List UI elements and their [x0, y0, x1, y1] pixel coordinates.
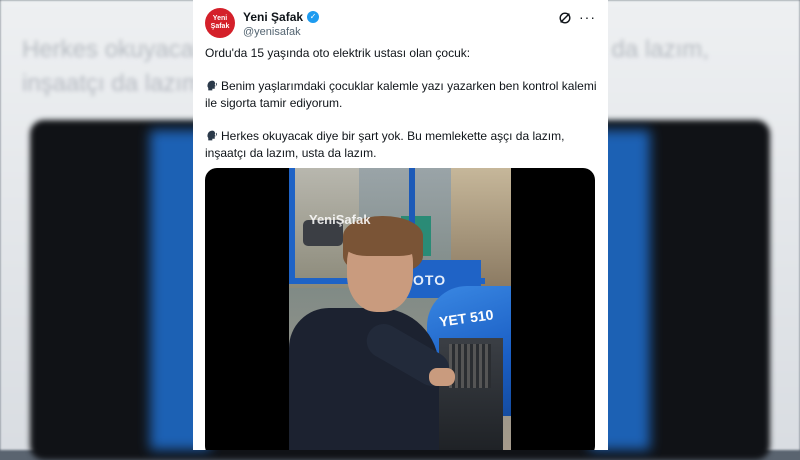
tweet-paragraph-3-text: Herkes okuyacak diye bir şart yok. Bu me… — [205, 129, 565, 160]
tweet-text: Ordu'da 15 yaşında oto elektrik ustası o… — [205, 45, 597, 178]
video-frame: OTO YET 510 YeniŞafak — [289, 168, 511, 450]
speaking-head-icon — [207, 130, 217, 141]
more-icon[interactable]: ··· — [579, 9, 596, 25]
tweet-header: Yeni Şafak Yeni Şafak ✓ @yenisafak ··· — [205, 6, 596, 40]
tractor-panel-label: OTO — [413, 272, 447, 288]
person-hands — [429, 368, 455, 386]
speaking-head-icon — [207, 80, 217, 91]
tweet-paragraph-2: Benim yaşlarımdaki çocuklar kalemle yazı… — [205, 78, 597, 112]
avatar-text-bottom: Şafak — [210, 23, 230, 30]
verified-badge-icon: ✓ — [307, 11, 320, 23]
tweet-card[interactable]: Yeni Şafak Yeni Şafak ✓ @yenisafak ··· O… — [193, 0, 608, 450]
video-watermark: YeniŞafak — [309, 212, 371, 227]
avatar-text-top: Yeni — [212, 15, 228, 22]
tractor-grill — [449, 344, 491, 388]
handle[interactable]: @yenisafak — [243, 26, 301, 38]
avatar[interactable]: Yeni Şafak — [205, 8, 235, 38]
display-name-row[interactable]: Yeni Şafak ✓ — [243, 10, 320, 24]
tweet-paragraph-3: Herkes okuyacak diye bir şart yok. Bu me… — [205, 128, 597, 162]
tweet-video[interactable]: OTO YET 510 YeniŞafak — [205, 168, 595, 450]
tweet-paragraph-1: Ordu'da 15 yaşında oto elektrik ustası o… — [205, 46, 471, 60]
grok-icon[interactable] — [558, 11, 572, 25]
display-name[interactable]: Yeni Şafak — [243, 10, 303, 24]
tweet-paragraph-2-text: Benim yaşlarımdaki çocuklar kalemle yazı… — [205, 79, 597, 110]
